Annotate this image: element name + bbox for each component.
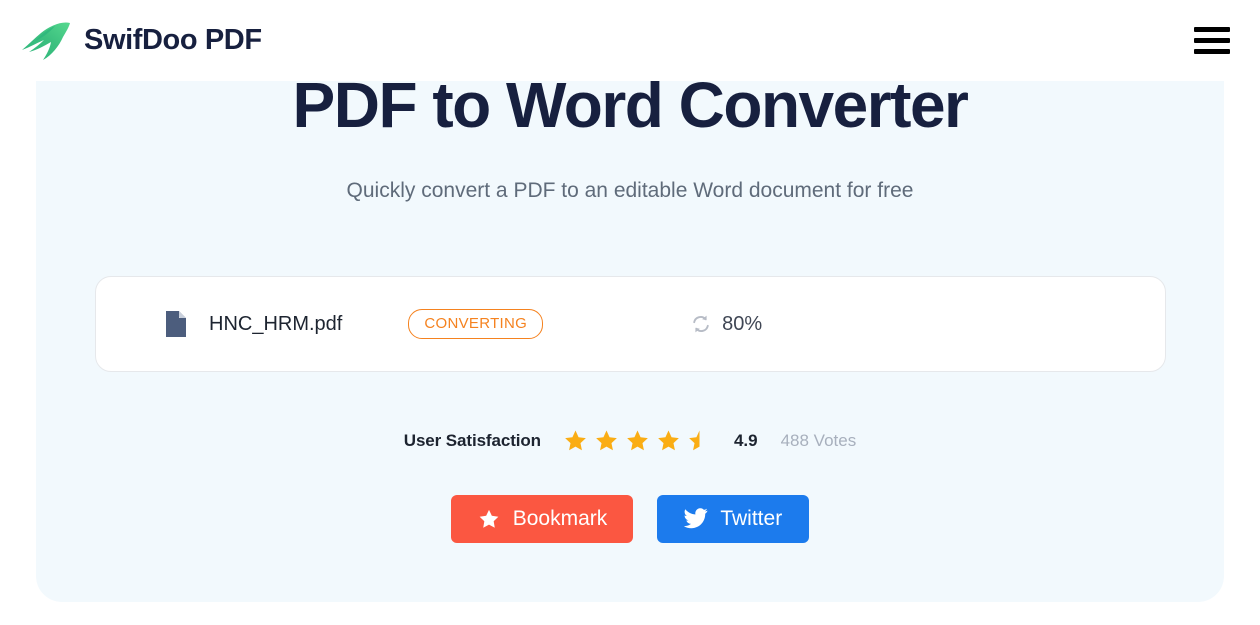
sync-refresh-icon <box>693 315 709 333</box>
twitter-bird-icon <box>684 508 708 529</box>
progress-percent: 80% <box>722 312 763 335</box>
bookmark-button-label: Bookmark <box>512 507 608 530</box>
twitter-button[interactable]: Twitter <box>657 495 810 543</box>
hamburger-menu-icon[interactable] <box>1194 26 1230 54</box>
pdf-document-icon <box>166 311 186 337</box>
star-icon-half <box>689 430 700 451</box>
file-name: HNC_HRM.pdf <box>209 312 343 335</box>
site-header: SwifDoo PDF <box>0 0 1260 81</box>
hamburger-bar <box>1194 26 1230 32</box>
star-icon <box>479 509 499 528</box>
swift-bird-logo-icon <box>22 22 70 60</box>
star-icon-full <box>565 430 586 451</box>
page-subtitle: Quickly convert a PDF to an editable Wor… <box>346 179 914 202</box>
twitter-button-label: Twitter <box>720 507 783 530</box>
hero-panel: PDF to Word Converter Quickly convert a … <box>36 81 1224 602</box>
hamburger-bar <box>1194 37 1230 43</box>
file-conversion-card: HNC_HRM.pdf CONVERTING 80% <box>95 276 1166 372</box>
star-rating <box>564 429 711 452</box>
rating-votes: 488 Votes <box>780 430 857 450</box>
hamburger-bar <box>1194 48 1230 54</box>
page-title: PDF to Word Converter <box>292 81 969 141</box>
rating-label: User Satisfaction <box>403 430 541 450</box>
share-actions: Bookmark Twitter <box>36 495 1224 543</box>
star-icon-full <box>627 430 648 451</box>
brand-logo-link[interactable]: SwifDoo PDF <box>20 19 262 63</box>
user-satisfaction-rating: User Satisfaction 4.9 488 Votes <box>36 429 1224 452</box>
progress-indicator: 80% <box>691 313 762 336</box>
bookmark-button[interactable]: Bookmark <box>450 495 634 543</box>
brand-name: SwifDoo PDF <box>84 24 262 56</box>
star-icon-full <box>658 430 679 451</box>
status-badge: CONVERTING <box>408 309 544 339</box>
star-icon-full <box>596 430 617 451</box>
rating-value: 4.9 <box>733 430 758 450</box>
